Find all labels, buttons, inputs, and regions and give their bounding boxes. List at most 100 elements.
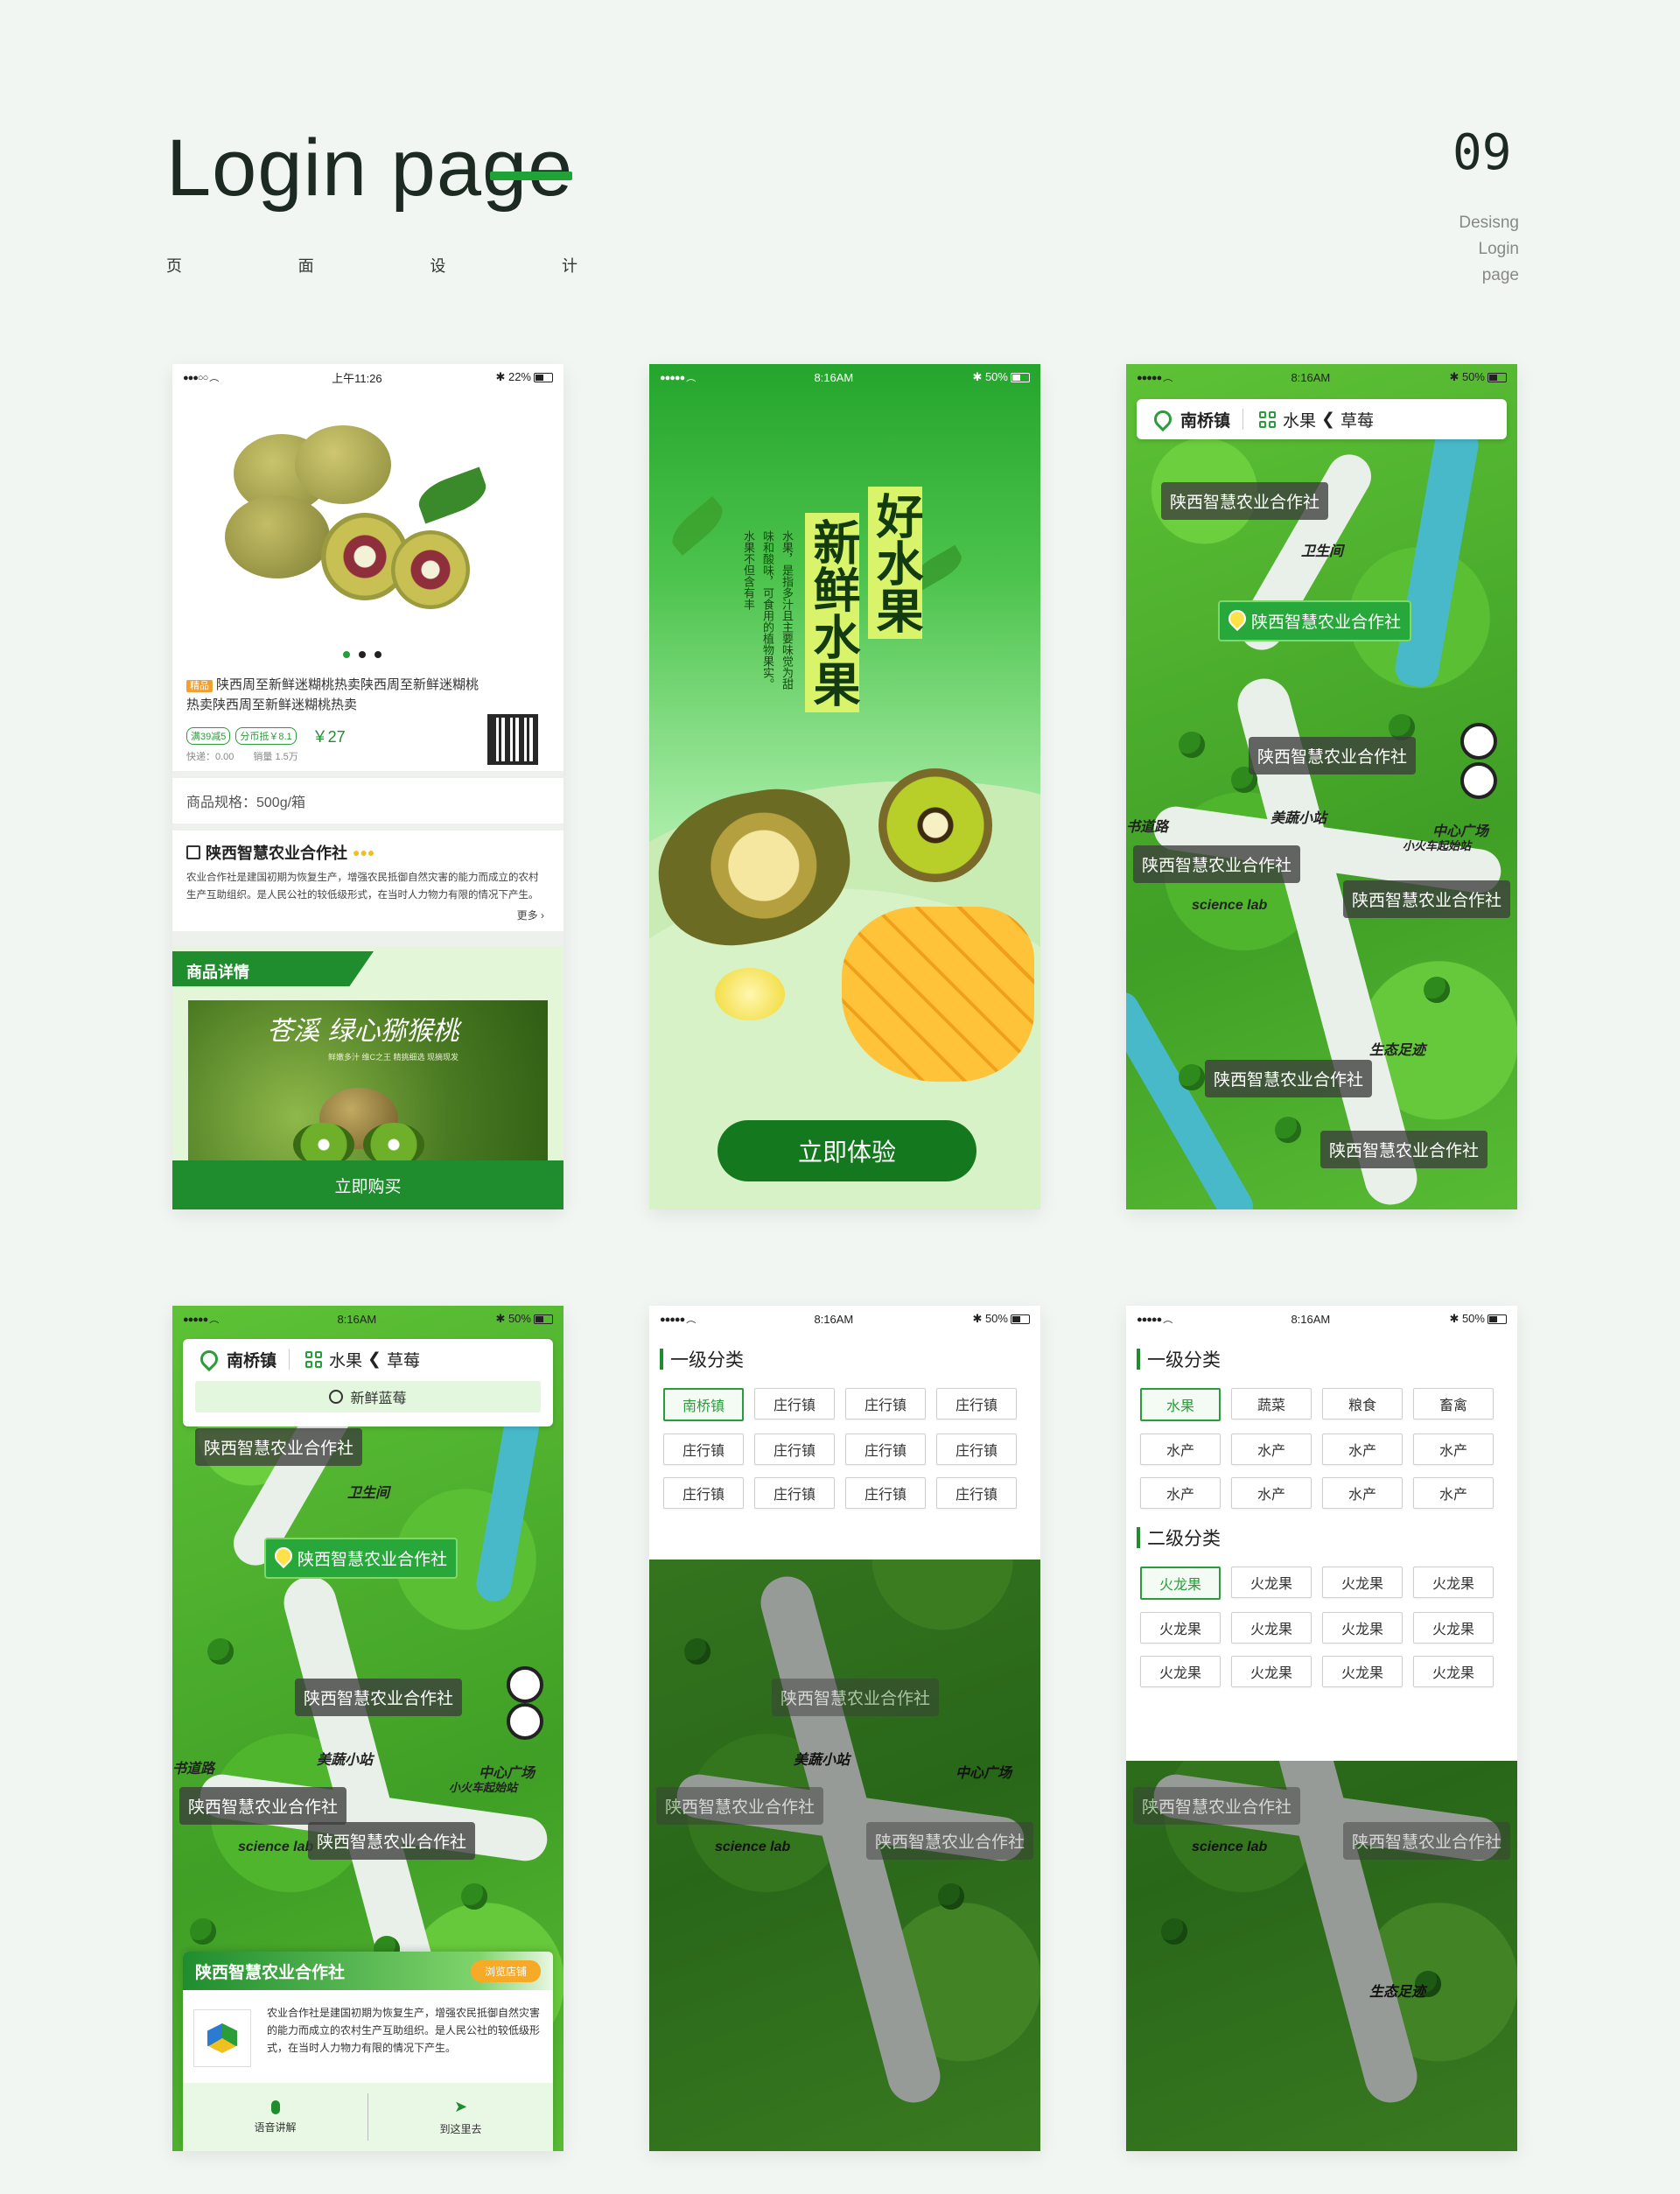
more-link[interactable]: 更多 › — [517, 908, 544, 922]
chip-town[interactable]: 庄行镇 — [845, 1477, 926, 1509]
status-time: 8:16AM — [1291, 370, 1331, 384]
chip-category[interactable]: 水产 — [1231, 1477, 1312, 1509]
qr-code[interactable] — [487, 714, 538, 765]
title-underline-accent — [490, 172, 572, 180]
chip-subcategory[interactable]: 火龙果 — [1140, 1656, 1221, 1687]
chip-category[interactable]: 水产 — [1413, 1433, 1494, 1465]
chip-category[interactable]: 粮食 — [1322, 1388, 1403, 1419]
location-filter-bar[interactable]: 南桥镇 水果 ❮ 草莓 — [1137, 399, 1507, 439]
map-marker-coop[interactable]: 陕西智慧农业合作社 — [179, 1787, 347, 1825]
headline-good-fruit: 好水果 — [868, 487, 922, 639]
town-selector[interactable]: 南桥镇 — [1180, 408, 1230, 431]
chip-town[interactable]: 庄行镇 — [754, 1388, 835, 1419]
chip-category[interactable]: 水产 — [1322, 1433, 1403, 1465]
map-marker-coop[interactable]: 陕西智慧农业合作社 — [1161, 482, 1329, 520]
category-selector[interactable]: 水果 — [329, 1348, 362, 1371]
chip-town[interactable]: 庄行镇 — [663, 1477, 744, 1509]
product-image-carousel[interactable] — [172, 390, 564, 667]
chip-town[interactable]: 庄行镇 — [754, 1433, 835, 1465]
coupon-badge[interactable]: 满39减5 — [186, 727, 231, 745]
chip-subcategory[interactable]: 火龙果 — [1231, 1567, 1312, 1598]
side-note-line: Desisng — [1459, 214, 1519, 232]
map-marker-coop[interactable]: 陕西智慧农业合作社 — [1205, 1060, 1373, 1097]
start-experience-button[interactable]: 立即体验 — [718, 1120, 976, 1181]
search-input[interactable]: 新鲜蓝莓 — [195, 1381, 541, 1412]
status-time: 上午11:26 — [332, 371, 382, 385]
navigate-button[interactable]: ➤ 到这里去 — [368, 2093, 553, 2141]
category-selector[interactable]: 水果 — [1283, 408, 1316, 431]
subcategory-chip-grid: 火龙果 火龙果 火龙果 火龙果 火龙果 火龙果 火龙果 火龙果 火龙果 火龙果 … — [1126, 1551, 1517, 1703]
chip-subcategory[interactable]: 火龙果 — [1413, 1656, 1494, 1687]
voice-guide-button[interactable]: 语音讲解 — [183, 2093, 368, 2141]
browse-shop-button[interactable]: 浏览店铺 — [470, 1959, 541, 1982]
chip-category[interactable]: 水产 — [1140, 1477, 1221, 1509]
battery-icon — [1010, 373, 1030, 383]
carousel-dots[interactable] — [343, 651, 382, 658]
battery-icon — [1487, 373, 1507, 383]
audio-guide-icon[interactable] — [507, 1666, 543, 1703]
chip-town[interactable]: 庄行镇 — [663, 1433, 744, 1465]
map-marker-coop-selected[interactable]: 陕西智慧农业合作社 — [264, 1538, 458, 1579]
chip-category[interactable]: 蔬菜 — [1231, 1388, 1312, 1419]
chip-subcategory[interactable]: 火龙果 — [1231, 1656, 1312, 1687]
chip-subcategory[interactable]: 火龙果 — [1322, 1567, 1403, 1598]
battery-percent: 50% — [508, 1312, 531, 1325]
subcategory-selector[interactable]: 草莓 — [387, 1348, 420, 1371]
status-battery: ✱ 50% — [1449, 370, 1507, 384]
chip-town[interactable]: 庄行镇 — [845, 1388, 926, 1419]
product-spec: 商品规格：500g/箱 — [186, 796, 306, 810]
mango-image — [842, 907, 1034, 1082]
map-marker-coop[interactable]: 陕西智慧农业合作社 — [1249, 737, 1417, 775]
chip-subcategory[interactable]: 火龙果 — [1413, 1567, 1494, 1598]
chip-category[interactable]: 水产 — [1413, 1477, 1494, 1509]
screen-map-detail: ●●●●● ︵ 8:16AM ✱ 50% 南桥镇 水果 ❮ 草莓 新鲜蓝莓 卫生… — [172, 1306, 564, 2151]
search-icon — [329, 1390, 344, 1404]
map-marker-coop[interactable]: 陕西智慧农业合作社 — [1133, 845, 1301, 883]
chip-town[interactable]: 庄行镇 — [936, 1433, 1017, 1465]
map-marker-coop[interactable]: 陕西智慧农业合作社 — [1320, 1131, 1488, 1168]
chip-town-selected[interactable]: 南桥镇 — [663, 1388, 744, 1421]
map-marker-coop[interactable]: 陕西智慧农业合作社 — [195, 1428, 363, 1466]
chip-category-selected[interactable]: 水果 — [1140, 1388, 1221, 1421]
map-label-train: 小火车起始站 — [1403, 839, 1472, 852]
chip-category[interactable]: 水产 — [1231, 1433, 1312, 1465]
chip-subcategory[interactable]: 火龙果 — [1413, 1612, 1494, 1644]
map-marker-coop[interactable]: 陕西智慧农业合作社 — [308, 1822, 476, 1860]
intro-text-col: 水果不但含有丰 — [742, 530, 755, 610]
coupon-badge[interactable]: 分币抵￥8.1 — [235, 727, 297, 745]
chip-subcategory[interactable]: 火龙果 — [1231, 1612, 1312, 1644]
spec-row[interactable]: 商品规格：500g/箱 — [172, 778, 564, 824]
chip-town[interactable]: 庄行镇 — [936, 1477, 1017, 1509]
status-bar: ●●●●● ︵ 8:16AM ✱ 50% — [649, 364, 1040, 390]
audio-guide-icon[interactable] — [507, 1703, 543, 1740]
chip-town[interactable]: 庄行镇 — [936, 1388, 1017, 1419]
chip-town[interactable]: 庄行镇 — [754, 1477, 835, 1509]
battery-icon — [1487, 1314, 1507, 1325]
subcategory-selector[interactable]: 草莓 — [1340, 408, 1374, 431]
side-note-line: page — [1481, 266, 1519, 284]
chip-category[interactable]: 畜禽 — [1413, 1388, 1494, 1419]
battery-percent: 50% — [1461, 370, 1485, 383]
chip-town[interactable]: 庄行镇 — [845, 1433, 926, 1465]
map-marker-coop-selected[interactable]: 陕西智慧农业合作社 — [1218, 600, 1412, 641]
audio-guide-icon[interactable] — [1460, 762, 1497, 799]
chip-category[interactable]: 水产 — [1322, 1477, 1403, 1509]
kiwi-banner[interactable]: 苍溪 绿心猕猴桃 鲜嫩多汁 维C之王 精挑细选 现摘现发 — [188, 1000, 548, 1167]
map-marker-coop[interactable]: 陕西智慧农业合作社 — [295, 1679, 463, 1716]
voice-guide-label: 语音讲解 — [254, 2120, 297, 2134]
chip-subcategory-selected[interactable]: 火龙果 — [1140, 1567, 1221, 1600]
audio-guide-icon[interactable] — [1460, 723, 1497, 760]
map-marker-coop[interactable]: 陕西智慧农业合作社 — [1343, 880, 1511, 918]
chip-subcategory[interactable]: 火龙果 — [1322, 1656, 1403, 1687]
signal-icon: ●●●●● ︵ — [660, 1314, 696, 1325]
battery-icon — [533, 1314, 553, 1325]
chip-subcategory[interactable]: 火龙果 — [1140, 1612, 1221, 1644]
banner-title: 苍溪 绿心猕猴桃 — [267, 1016, 459, 1047]
map-marker-coop: 陕西智慧农业合作社 — [1343, 1822, 1511, 1860]
buy-now-button[interactable]: 立即购买 — [172, 1160, 564, 1209]
kiwi-slice-image — [878, 768, 992, 882]
page-subtitle: 页 面 设 计 — [166, 254, 578, 277]
chip-category[interactable]: 水产 — [1140, 1433, 1221, 1465]
chip-subcategory[interactable]: 火龙果 — [1322, 1612, 1403, 1644]
town-selector[interactable]: 南桥镇 — [227, 1348, 276, 1371]
